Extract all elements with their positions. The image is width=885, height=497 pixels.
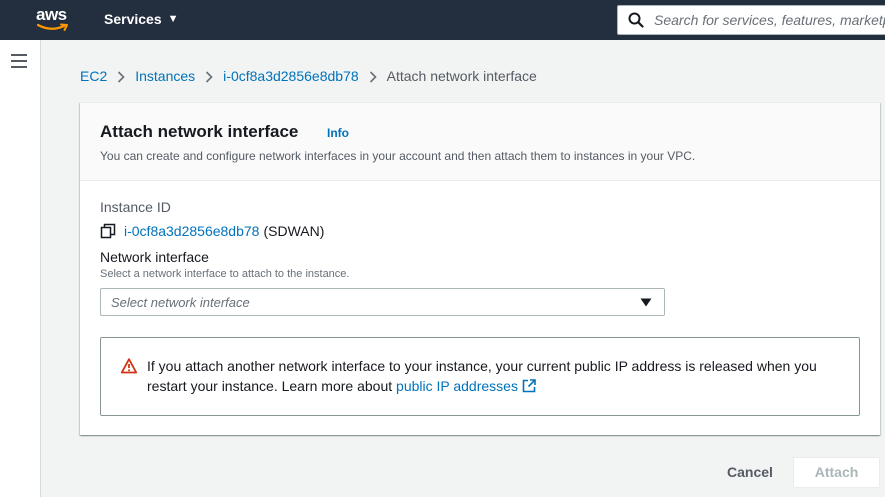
chevron-right-icon [195,68,223,84]
breadcrumb-current: Attach network interface [386,68,537,84]
caret-down-icon: ▼ [167,13,179,25]
menu-icon[interactable] [11,54,27,68]
attach-button[interactable]: Attach [793,457,880,488]
public-ip-addresses-link[interactable]: public IP addresses [396,378,536,394]
external-link-icon [522,379,536,393]
info-link[interactable]: Info [327,126,349,140]
instance-name: (SDWAN) [263,223,325,239]
warning-message: If you attach another network interface … [147,356,847,396]
panel-header: Attach network interface Info You can cr… [80,103,880,181]
caret-down-icon [640,298,652,307]
top-navigation: aws Services ▼ Search for services, feat… [0,0,885,40]
attach-network-interface-panel: Attach network interface Info You can cr… [80,102,880,435]
aws-smile-icon [37,23,68,31]
network-interface-label: Network interface [100,249,209,265]
warning-alert: If you attach another network interface … [100,337,860,416]
search-placeholder: Search for services, features, marketpla… [654,12,885,28]
public-ip-addresses-link-label: public IP addresses [396,378,518,394]
instance-id-value-row: i-0cf8a3d2856e8db78 (SDWAN) [100,223,324,239]
chevron-right-icon [359,68,387,84]
aws-logo-text: aws [36,5,67,24]
page-title: Attach network interface [100,122,299,141]
search-input[interactable]: Search for services, features, marketpla… [617,5,885,35]
cancel-button[interactable]: Cancel [714,459,786,485]
network-interface-description: Select a network interface to attach to … [100,268,350,280]
network-interface-select[interactable]: Select network interface [100,288,665,316]
select-placeholder: Select network interface [111,295,250,310]
services-label: Services [104,11,162,27]
page-description: You can create and configure network int… [100,149,696,163]
breadcrumb-instances[interactable]: Instances [135,68,195,84]
aws-logo[interactable]: aws [36,5,76,33]
breadcrumb-ec2[interactable]: EC2 [80,68,107,84]
warning-icon [121,358,137,374]
instance-id-label: Instance ID [100,199,171,215]
chevron-right-icon [107,68,135,84]
services-menu-button[interactable]: Services ▼ [104,11,179,27]
copy-icon[interactable] [100,223,116,239]
search-icon [628,12,644,28]
breadcrumb-instance-id[interactable]: i-0cf8a3d2856e8db78 [223,68,358,84]
breadcrumb: EC2 Instances i-0cf8a3d2856e8db78 Attach… [80,68,537,84]
side-navigation-rail [0,40,41,497]
instance-id-link[interactable]: i-0cf8a3d2856e8db78 [124,223,259,239]
